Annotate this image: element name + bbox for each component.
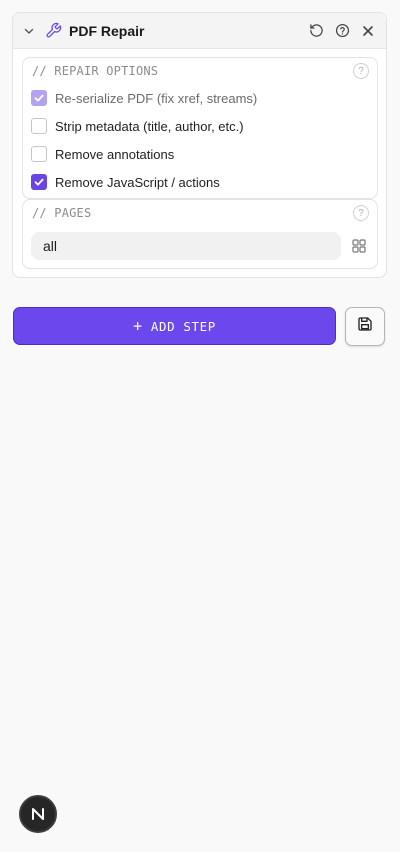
panel-title: PDF Repair <box>69 22 145 39</box>
chevron-down-icon[interactable] <box>23 24 37 38</box>
repair-option-label: Remove JavaScript / actions <box>55 174 220 190</box>
pdf-repair-panel: PDF Repair // REPAIR OPTIONS ? Re-serial… <box>12 12 387 278</box>
n-logo-icon <box>32 808 44 820</box>
checkmark-icon <box>34 94 44 102</box>
pages-row <box>23 226 377 260</box>
pages-help-icon[interactable]: ? <box>353 205 369 221</box>
add-step-button[interactable]: + ADD STEP <box>13 307 336 345</box>
repair-options-title: // REPAIR OPTIONS <box>32 64 159 78</box>
checkmark-icon <box>34 178 44 186</box>
repair-options-header: // REPAIR OPTIONS ? <box>23 58 377 84</box>
repair-option-label: Re-serialize PDF (fix xref, streams) <box>55 90 258 106</box>
repair-option-label: Strip metadata (title, author, etc.) <box>55 118 244 134</box>
add-step-label: ADD STEP <box>150 318 216 334</box>
repair-options-help-icon[interactable]: ? <box>353 63 369 79</box>
plus-icon: + <box>133 317 143 335</box>
repair-option-0: Re-serialize PDF (fix xref, streams) <box>23 84 377 112</box>
next-badge[interactable]: N <box>19 795 57 833</box>
panel-header[interactable]: PDF Repair <box>13 13 386 49</box>
close-icon[interactable] <box>360 23 376 39</box>
repair-option-label: Remove annotations <box>55 146 175 162</box>
repair-option-3[interactable]: Remove JavaScript / actions <box>23 168 377 196</box>
save-icon <box>357 316 373 337</box>
repair-option-checkbox[interactable] <box>31 174 47 190</box>
reset-icon[interactable] <box>308 23 324 39</box>
pages-section: // PAGES ? <box>22 199 378 269</box>
pages-header: // PAGES ? <box>23 200 377 226</box>
repair-option-checkbox <box>31 90 47 106</box>
repair-options-section: // REPAIR OPTIONS ? Re-serialize PDF (fi… <box>22 57 378 199</box>
repair-option-2[interactable]: Remove annotations <box>23 140 377 168</box>
grid-icon[interactable] <box>349 236 369 256</box>
wrench-icon <box>45 22 63 40</box>
save-button[interactable] <box>345 307 385 346</box>
pages-title: // PAGES <box>32 206 92 220</box>
pages-input[interactable] <box>31 232 341 260</box>
help-icon[interactable] <box>334 23 350 39</box>
repair-options-list: Re-serialize PDF (fix xref, streams) Stri… <box>23 84 377 196</box>
repair-option-checkbox[interactable] <box>31 118 47 134</box>
repair-option-checkbox[interactable] <box>31 146 47 162</box>
repair-option-1[interactable]: Strip metadata (title, author, etc.) <box>23 112 377 140</box>
